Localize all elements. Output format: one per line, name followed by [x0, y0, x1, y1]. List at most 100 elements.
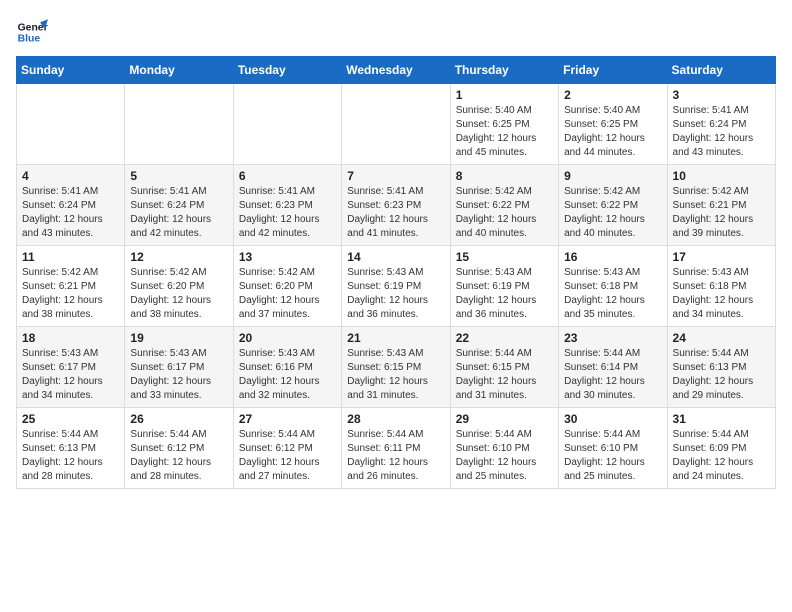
col-header-tuesday: Tuesday [233, 57, 341, 84]
day-info: Sunrise: 5:44 AM Sunset: 6:09 PM Dayligh… [673, 428, 770, 484]
day-info: Sunrise: 5:41 AM Sunset: 6:24 PM Dayligh… [22, 185, 119, 241]
day-number: 26 [130, 412, 227, 426]
day-number: 19 [130, 331, 227, 345]
calendar-header-row: SundayMondayTuesdayWednesdayThursdayFrid… [17, 57, 776, 84]
day-cell: 28 Sunrise: 5:44 AM Sunset: 6:11 PM Dayli… [342, 408, 450, 489]
day-number: 22 [456, 331, 553, 345]
day-number: 18 [22, 331, 119, 345]
day-cell: 12 Sunrise: 5:42 AM Sunset: 6:20 PM Dayli… [125, 246, 233, 327]
day-info: Sunrise: 5:41 AM Sunset: 6:23 PM Dayligh… [347, 185, 444, 241]
day-cell: 1Sunrise: 5:40 AM Sunset: 6:25 PM Daylig… [450, 84, 558, 165]
day-info: Sunrise: 5:43 AM Sunset: 6:17 PM Dayligh… [22, 347, 119, 403]
day-cell: 31 Sunrise: 5:44 AM Sunset: 6:09 PM Dayli… [667, 408, 775, 489]
col-header-thursday: Thursday [450, 57, 558, 84]
day-number: 9 [564, 169, 661, 183]
svg-text:Blue: Blue [18, 34, 41, 45]
day-number: 29 [456, 412, 553, 426]
day-number: 14 [347, 250, 444, 264]
day-info: Sunrise: 5:44 AM Sunset: 6:14 PM Dayligh… [564, 347, 661, 403]
day-cell: 29 Sunrise: 5:44 AM Sunset: 6:10 PM Dayli… [450, 408, 558, 489]
day-info: Sunrise: 5:43 AM Sunset: 6:18 PM Dayligh… [564, 266, 661, 322]
day-info: Sunrise: 5:41 AM Sunset: 6:23 PM Dayligh… [239, 185, 336, 241]
day-cell [233, 84, 341, 165]
day-number: 12 [130, 250, 227, 264]
day-number: 25 [22, 412, 119, 426]
day-cell [342, 84, 450, 165]
day-number: 28 [347, 412, 444, 426]
day-number: 17 [673, 250, 770, 264]
day-number: 4 [22, 169, 119, 183]
day-cell: 22 Sunrise: 5:44 AM Sunset: 6:15 PM Dayli… [450, 327, 558, 408]
day-info: Sunrise: 5:41 AM Sunset: 6:24 PM Dayligh… [130, 185, 227, 241]
day-cell: 2Sunrise: 5:40 AM Sunset: 6:25 PM Daylig… [559, 84, 667, 165]
day-number: 7 [347, 169, 444, 183]
day-info: Sunrise: 5:44 AM Sunset: 6:10 PM Dayligh… [564, 428, 661, 484]
week-row-2: 4 Sunrise: 5:41 AM Sunset: 6:24 PM Daylig… [17, 165, 776, 246]
day-cell [17, 84, 125, 165]
day-number: 13 [239, 250, 336, 264]
day-info: Sunrise: 5:41 AM Sunset: 6:24 PM Dayligh… [673, 104, 770, 160]
day-number: 16 [564, 250, 661, 264]
day-cell: 16 Sunrise: 5:43 AM Sunset: 6:18 PM Dayli… [559, 246, 667, 327]
day-info: Sunrise: 5:43 AM Sunset: 6:15 PM Dayligh… [347, 347, 444, 403]
day-number: 27 [239, 412, 336, 426]
day-info: Sunrise: 5:40 AM Sunset: 6:25 PM Dayligh… [564, 104, 661, 160]
day-cell: 4 Sunrise: 5:41 AM Sunset: 6:24 PM Daylig… [17, 165, 125, 246]
day-info: Sunrise: 5:42 AM Sunset: 6:21 PM Dayligh… [673, 185, 770, 241]
col-header-sunday: Sunday [17, 57, 125, 84]
logo: General Blue [16, 16, 48, 48]
day-cell: 11 Sunrise: 5:42 AM Sunset: 6:21 PM Dayli… [17, 246, 125, 327]
day-info: Sunrise: 5:44 AM Sunset: 6:12 PM Dayligh… [130, 428, 227, 484]
day-number: 30 [564, 412, 661, 426]
day-cell: 13 Sunrise: 5:42 AM Sunset: 6:20 PM Dayli… [233, 246, 341, 327]
day-cell: 30 Sunrise: 5:44 AM Sunset: 6:10 PM Dayli… [559, 408, 667, 489]
day-number: 11 [22, 250, 119, 264]
day-info: Sunrise: 5:42 AM Sunset: 6:22 PM Dayligh… [456, 185, 553, 241]
day-number: 8 [456, 169, 553, 183]
day-cell: 25 Sunrise: 5:44 AM Sunset: 6:13 PM Dayli… [17, 408, 125, 489]
day-info: Sunrise: 5:40 AM Sunset: 6:25 PM Dayligh… [456, 104, 553, 160]
day-cell: 23 Sunrise: 5:44 AM Sunset: 6:14 PM Dayli… [559, 327, 667, 408]
col-header-saturday: Saturday [667, 57, 775, 84]
day-info: Sunrise: 5:42 AM Sunset: 6:21 PM Dayligh… [22, 266, 119, 322]
day-number: 5 [130, 169, 227, 183]
week-row-4: 18 Sunrise: 5:43 AM Sunset: 6:17 PM Dayli… [17, 327, 776, 408]
day-cell: 8 Sunrise: 5:42 AM Sunset: 6:22 PM Daylig… [450, 165, 558, 246]
day-info: Sunrise: 5:43 AM Sunset: 6:17 PM Dayligh… [130, 347, 227, 403]
day-info: Sunrise: 5:44 AM Sunset: 6:12 PM Dayligh… [239, 428, 336, 484]
day-info: Sunrise: 5:43 AM Sunset: 6:19 PM Dayligh… [456, 266, 553, 322]
day-info: Sunrise: 5:43 AM Sunset: 6:16 PM Dayligh… [239, 347, 336, 403]
day-info: Sunrise: 5:44 AM Sunset: 6:11 PM Dayligh… [347, 428, 444, 484]
day-number: 31 [673, 412, 770, 426]
day-cell: 24 Sunrise: 5:44 AM Sunset: 6:13 PM Dayli… [667, 327, 775, 408]
day-cell: 20 Sunrise: 5:43 AM Sunset: 6:16 PM Dayli… [233, 327, 341, 408]
day-info: Sunrise: 5:44 AM Sunset: 6:13 PM Dayligh… [673, 347, 770, 403]
day-info: Sunrise: 5:42 AM Sunset: 6:20 PM Dayligh… [239, 266, 336, 322]
day-cell: 5 Sunrise: 5:41 AM Sunset: 6:24 PM Daylig… [125, 165, 233, 246]
day-cell: 9 Sunrise: 5:42 AM Sunset: 6:22 PM Daylig… [559, 165, 667, 246]
day-cell: 19 Sunrise: 5:43 AM Sunset: 6:17 PM Dayli… [125, 327, 233, 408]
day-info: Sunrise: 5:44 AM Sunset: 6:15 PM Dayligh… [456, 347, 553, 403]
day-info: Sunrise: 5:42 AM Sunset: 6:22 PM Dayligh… [564, 185, 661, 241]
day-number: 20 [239, 331, 336, 345]
week-row-1: 1Sunrise: 5:40 AM Sunset: 6:25 PM Daylig… [17, 84, 776, 165]
day-number: 24 [673, 331, 770, 345]
day-number: 6 [239, 169, 336, 183]
day-number: 15 [456, 250, 553, 264]
day-cell: 7 Sunrise: 5:41 AM Sunset: 6:23 PM Daylig… [342, 165, 450, 246]
day-cell [125, 84, 233, 165]
day-cell: 27 Sunrise: 5:44 AM Sunset: 6:12 PM Dayli… [233, 408, 341, 489]
week-row-5: 25 Sunrise: 5:44 AM Sunset: 6:13 PM Dayli… [17, 408, 776, 489]
calendar-table: SundayMondayTuesdayWednesdayThursdayFrid… [16, 56, 776, 489]
week-row-3: 11 Sunrise: 5:42 AM Sunset: 6:21 PM Dayli… [17, 246, 776, 327]
day-info: Sunrise: 5:42 AM Sunset: 6:20 PM Dayligh… [130, 266, 227, 322]
day-cell: 6 Sunrise: 5:41 AM Sunset: 6:23 PM Daylig… [233, 165, 341, 246]
day-info: Sunrise: 5:43 AM Sunset: 6:19 PM Dayligh… [347, 266, 444, 322]
day-info: Sunrise: 5:44 AM Sunset: 6:10 PM Dayligh… [456, 428, 553, 484]
day-cell: 18 Sunrise: 5:43 AM Sunset: 6:17 PM Dayli… [17, 327, 125, 408]
day-number: 21 [347, 331, 444, 345]
day-cell: 14 Sunrise: 5:43 AM Sunset: 6:19 PM Dayli… [342, 246, 450, 327]
day-number: 10 [673, 169, 770, 183]
day-info: Sunrise: 5:44 AM Sunset: 6:13 PM Dayligh… [22, 428, 119, 484]
day-number: 23 [564, 331, 661, 345]
